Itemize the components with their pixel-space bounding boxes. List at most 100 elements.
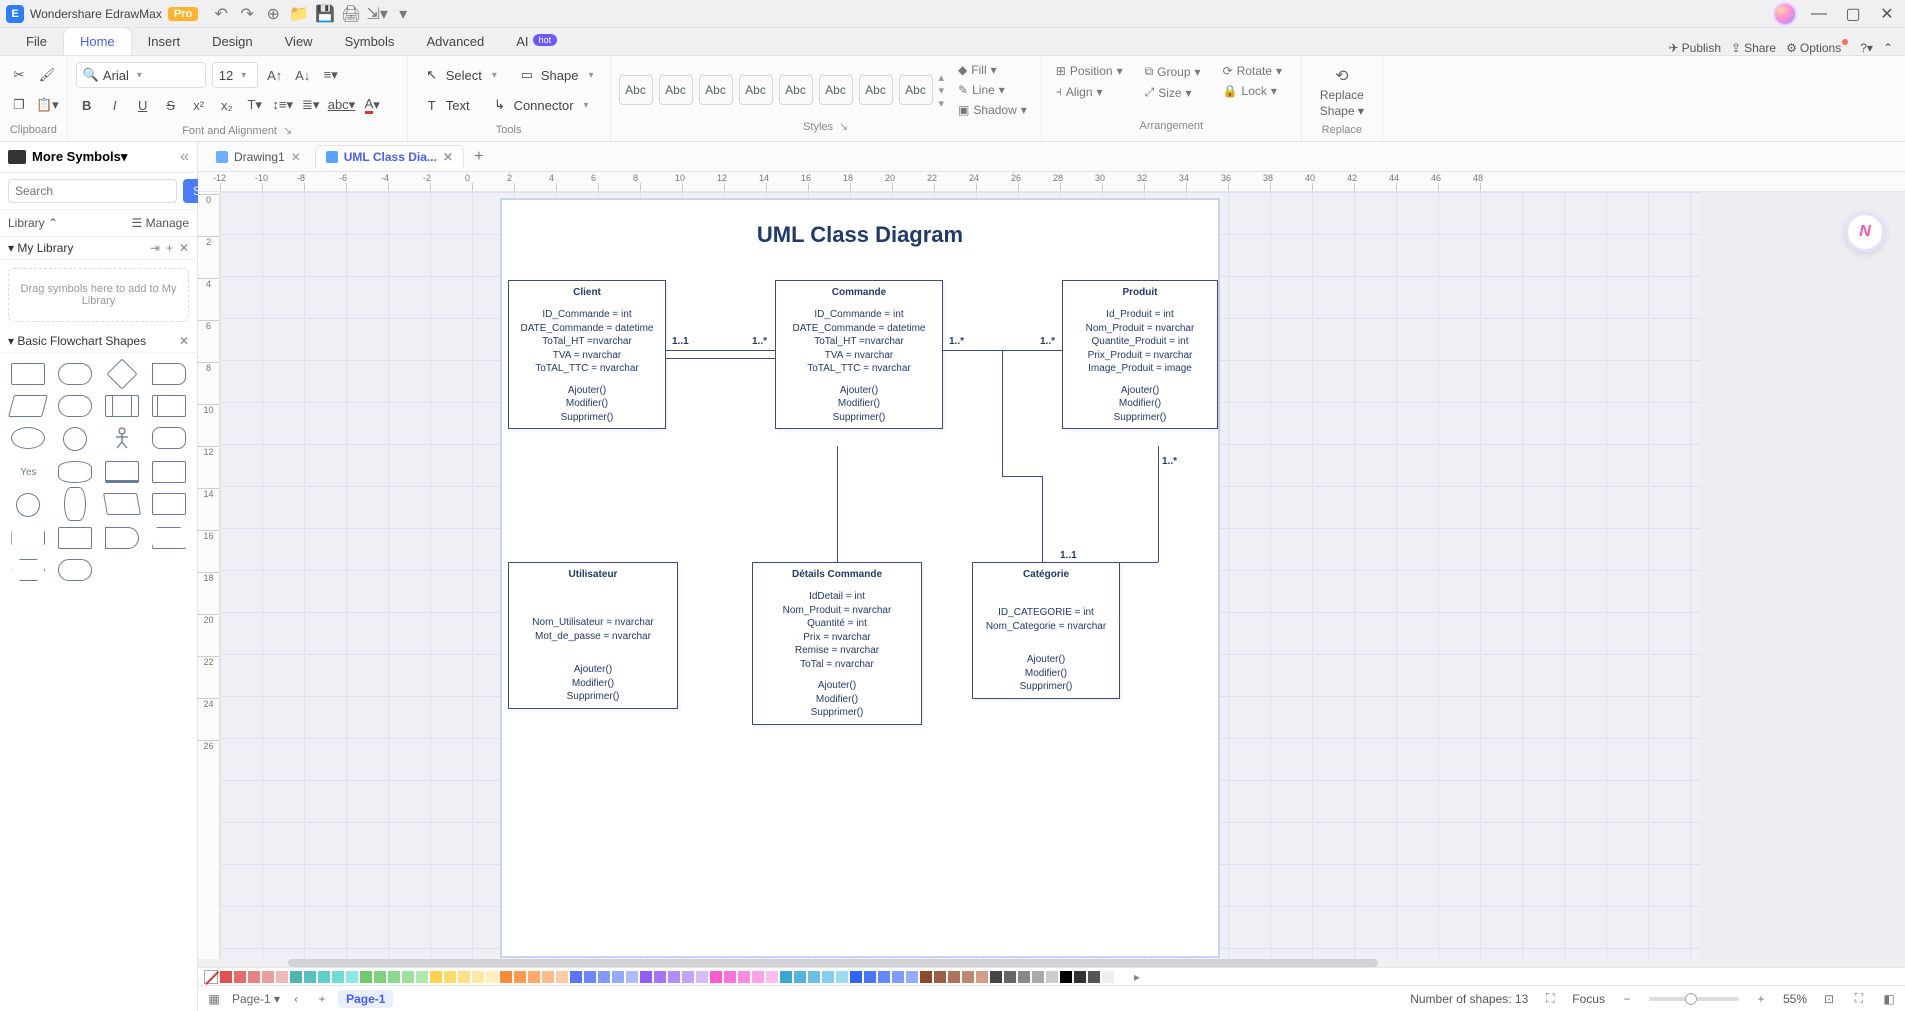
color-swatch[interactable] — [836, 971, 848, 983]
lib-add-icon[interactable]: + — [166, 241, 173, 255]
basic-shapes-section[interactable]: ▾ Basic Flowchart Shapes — [8, 334, 146, 348]
open-button[interactable]: 📁 — [290, 5, 308, 23]
zoom-out-button[interactable]: − — [1619, 991, 1635, 1007]
color-swatch[interactable] — [332, 971, 344, 983]
user-avatar[interactable] — [1773, 2, 1797, 26]
shape-terminator[interactable] — [58, 395, 92, 417]
active-page-tab[interactable]: Page-1 — [338, 990, 393, 1008]
color-swatch[interactable] — [682, 971, 694, 983]
align-button[interactable]: ⫞ Align ▾ — [1050, 82, 1129, 101]
clear-format-button[interactable]: abc▾ — [328, 94, 356, 116]
conn-client-commande-2[interactable] — [666, 358, 775, 359]
shape-predefined[interactable] — [105, 395, 139, 417]
font-launcher[interactable]: ↘ — [283, 124, 292, 137]
doc-tab-uml[interactable]: UML Class Dia...✕ — [315, 145, 464, 168]
shape-roundrect[interactable] — [58, 363, 92, 385]
canvas[interactable]: UML Class Diagram Client ID_Commande = i… — [220, 192, 1905, 959]
scrollbar-thumb[interactable] — [288, 959, 1378, 967]
color-swatch[interactable] — [724, 971, 736, 983]
class-categorie[interactable]: Catégorie ID_CATEGORIE = intNom_Categori… — [972, 562, 1120, 699]
increase-font-button[interactable]: A↑ — [264, 64, 286, 86]
color-swatch[interactable] — [472, 971, 484, 983]
color-swatch[interactable] — [220, 971, 232, 983]
color-swatch[interactable] — [402, 971, 414, 983]
color-swatch[interactable] — [808, 971, 820, 983]
format-painter-button[interactable]: 🖌 — [36, 64, 58, 86]
font-family-select[interactable]: 🔍 Arial▾ — [76, 62, 206, 88]
fullscreen-button[interactable]: ⛶ — [1851, 991, 1867, 1007]
text-tool[interactable]: TText — [416, 91, 478, 119]
color-swatch[interactable] — [626, 971, 638, 983]
menu-view[interactable]: View — [269, 28, 329, 55]
undo-button[interactable]: ↶ — [212, 5, 230, 23]
ai-fab-button[interactable]: N — [1845, 212, 1885, 252]
color-swatch[interactable] — [612, 971, 624, 983]
style-chip[interactable]: Abc — [899, 75, 933, 105]
shape-rect[interactable] — [11, 363, 45, 385]
color-swatch[interactable] — [1074, 971, 1086, 983]
color-swatch[interactable] — [864, 971, 876, 983]
font-size-select[interactable]: 12▾ — [212, 62, 258, 88]
color-swatch[interactable] — [934, 971, 946, 983]
doc-tab-drawing1[interactable]: Drawing1✕ — [206, 146, 311, 168]
zoom-value[interactable]: 55% — [1783, 992, 1807, 1006]
color-swatch[interactable] — [430, 971, 442, 983]
conn-commande-details[interactable] — [837, 446, 838, 562]
minimize-button[interactable]: — — [1807, 2, 1831, 26]
focus-label[interactable]: Focus — [1572, 992, 1605, 1006]
style-chip[interactable]: Abc — [779, 75, 813, 105]
page[interactable]: UML Class Diagram Client ID_Commande = i… — [500, 198, 1220, 958]
line-button[interactable]: ✎ Line ▾ — [952, 81, 1033, 99]
conn-v2[interactable] — [1042, 476, 1043, 562]
lock-button[interactable]: 🔒 Lock ▾ — [1217, 82, 1288, 100]
color-swatch[interactable] — [780, 971, 792, 983]
shape-parallelogram[interactable] — [8, 395, 48, 417]
color-swatch[interactable] — [262, 971, 274, 983]
line-spacing-button[interactable]: ↕≡▾ — [272, 94, 294, 116]
focus-icon[interactable]: ⛶ — [1542, 991, 1558, 1007]
publish-button[interactable]: ✈ Publish — [1669, 41, 1721, 55]
color-swatch[interactable] — [766, 971, 778, 983]
color-swatch[interactable] — [486, 971, 498, 983]
style-chip[interactable]: Abc — [659, 75, 693, 105]
shape-cylinder2[interactable] — [64, 487, 86, 521]
group-button[interactable]: ⧉ Group ▾ — [1139, 62, 1207, 81]
color-swatch[interactable] — [458, 971, 470, 983]
color-swatch[interactable] — [528, 971, 540, 983]
color-swatch[interactable] — [640, 971, 652, 983]
maximize-button[interactable]: ▢ — [1841, 2, 1865, 26]
section-close-icon[interactable]: ✕ — [179, 334, 189, 348]
class-details[interactable]: Détails Commande IdDetail = intNom_Produ… — [752, 562, 922, 725]
library-dropdown[interactable]: Library ⌃ — [8, 216, 58, 230]
color-swatch[interactable] — [346, 971, 358, 983]
color-swatch[interactable] — [248, 971, 260, 983]
shape-yes-label[interactable]: Yes — [11, 461, 45, 483]
color-swatch[interactable] — [1102, 971, 1114, 983]
color-swatch[interactable] — [752, 971, 764, 983]
gallery-more[interactable]: ▾ — [939, 97, 945, 110]
shape-generic1[interactable] — [58, 527, 92, 549]
save-button[interactable]: 💾 — [316, 5, 334, 23]
color-swatch[interactable] — [304, 971, 316, 983]
lib-export-icon[interactable]: ⇥ — [150, 241, 160, 255]
export-button[interactable]: ⇲▾ — [368, 5, 386, 23]
color-swatch[interactable] — [822, 971, 834, 983]
color-swatch[interactable] — [570, 971, 582, 983]
qat-more-button[interactable]: ▾ — [394, 5, 412, 23]
underline-button[interactable]: U — [132, 94, 154, 116]
diagram-title[interactable]: UML Class Diagram — [757, 222, 963, 248]
color-swatch[interactable] — [276, 971, 288, 983]
shape-actor[interactable] — [105, 427, 139, 449]
shape-circle[interactable] — [63, 427, 87, 451]
color-swatch[interactable] — [542, 971, 554, 983]
my-library-section[interactable]: ▾ My Library — [8, 241, 73, 255]
add-tab-button[interactable]: + — [468, 146, 490, 168]
subscript-button[interactable]: x₂ — [216, 94, 238, 116]
menu-file[interactable]: File — [10, 28, 63, 55]
collapse-panel-button[interactable]: « — [180, 148, 189, 166]
print-button[interactable]: 🖨 — [342, 5, 360, 23]
select-tool[interactable]: ↖Select▾ — [416, 61, 505, 89]
fit-page-button[interactable]: ⊡ — [1821, 991, 1837, 1007]
color-swatch[interactable] — [710, 971, 722, 983]
no-fill-swatch[interactable] — [204, 970, 218, 984]
